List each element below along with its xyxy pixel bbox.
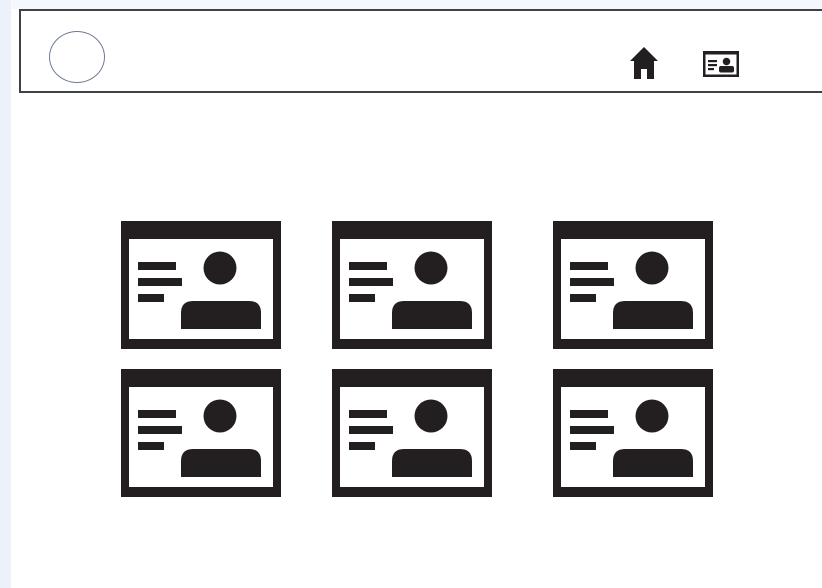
profile-card-icon[interactable] [121,221,281,349]
profile-card-icon[interactable] [121,369,281,497]
profile-card-icon[interactable] [553,369,713,497]
profile-card-icon[interactable] [553,221,713,349]
profile-card-grid [0,0,822,588]
profile-card-icon[interactable] [332,221,492,349]
profile-card-icon[interactable] [332,369,492,497]
